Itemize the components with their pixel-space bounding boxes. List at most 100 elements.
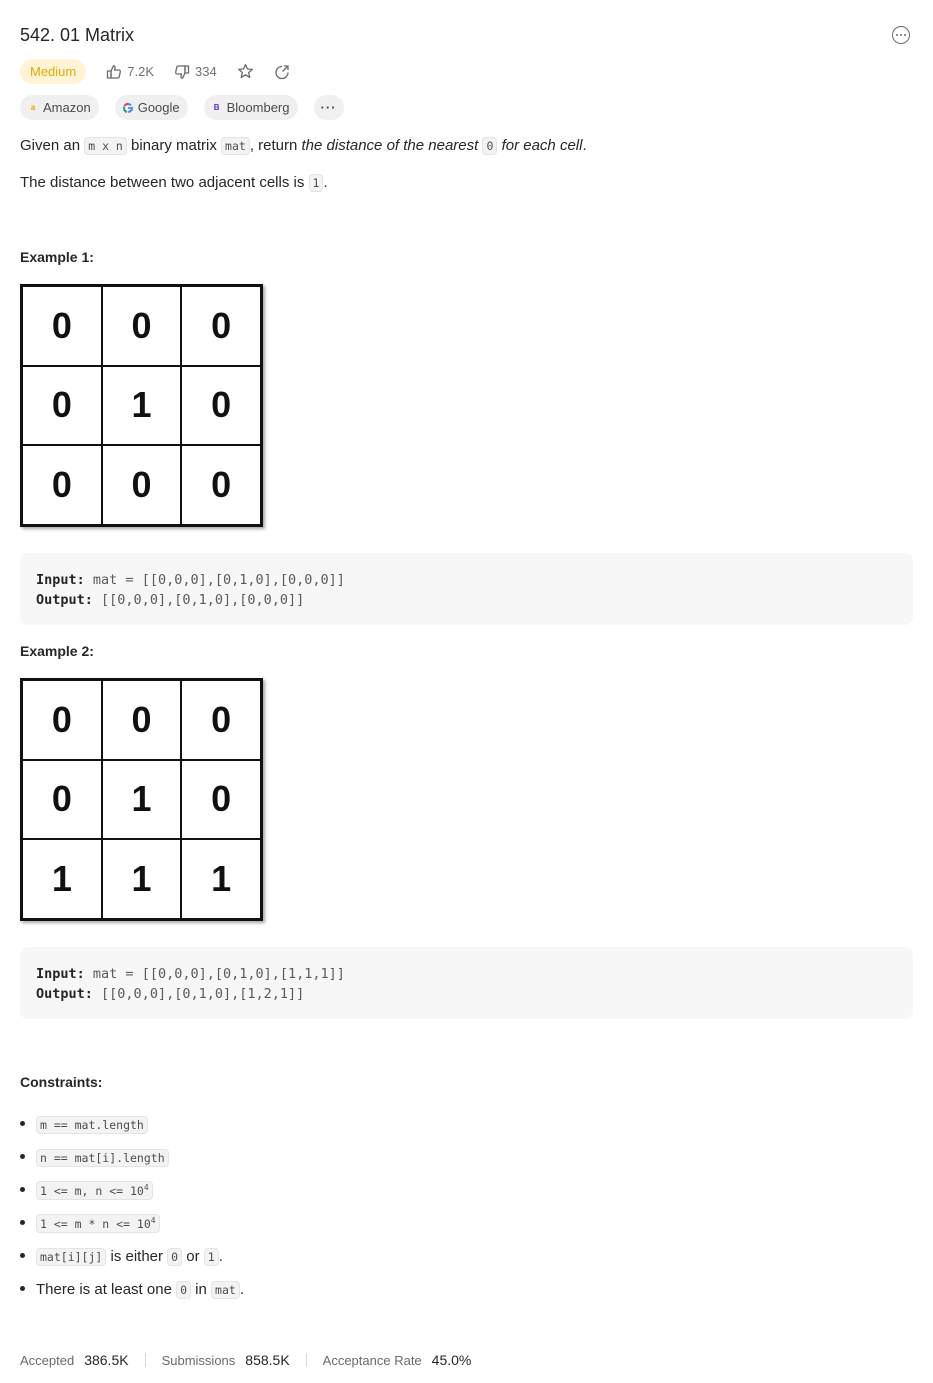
inline-code: 1 [308,174,324,192]
matrix-cell: 0 [101,680,182,760]
matrix-cell: 0 [181,680,261,760]
input-value: mat = [[0,0,0],[0,1,0],[0,0,0]] [92,572,345,588]
constraints-title: Constraints: [20,1074,103,1090]
text: The distance between two adjacent cells … [20,174,309,191]
example-1-matrix-image: 0 0 0 0 1 0 0 0 0 [20,284,263,527]
emphasis: for each cell [497,137,583,154]
text: Given an [20,137,85,154]
difficulty-badge: Medium [20,59,87,84]
matrix-cell: 0 [181,445,261,525]
more-icon[interactable] [892,26,910,44]
code-text: 1 <= m * n <= 10 [40,1216,151,1231]
more-tags-button[interactable]: ··· [313,95,344,120]
accepted-label: Accepted [20,1352,75,1368]
share-icon [275,64,289,79]
inline-code: m == mat.length [36,1115,148,1134]
tag-bloomberg[interactable]: B Bloomberg [203,95,298,120]
like-button[interactable]: 7.2K [106,64,154,80]
amazon-logo: a [30,103,36,112]
inline-code: 0 [167,1247,183,1266]
constraint-item: There is at least one 0 in mat. [20,1273,244,1306]
inline-code: 1 <= m, n <= 104 [36,1181,153,1200]
matrix-cell: 0 [22,759,102,840]
input-label: Input: [36,572,85,588]
inline-code: mat[i][j] [36,1247,107,1266]
inline-code: m x n [84,137,127,155]
example-2-input: Input: mat = [[0,0,0],[0,1,0],[1,1,1]] [36,964,897,984]
example-1-output: Output: [[0,0,0],[0,1,0],[0,0,0]] [36,590,897,610]
dislike-button[interactable]: 334 [174,64,217,80]
tag-amazon[interactable]: a Amazon [20,95,99,120]
inline-code: 1 [203,1247,219,1266]
acceptance-rate-label: Acceptance Rate [322,1352,422,1368]
problem-header: 542. 01 Matrix [20,22,913,48]
tag-label: Google [137,100,180,115]
matrix-cell: 0 [22,286,102,366]
matrix-cell: 1 [22,839,102,919]
favorite-button[interactable] [237,63,254,80]
thumbs-up-icon [107,64,122,79]
description-paragraph-1: Given an m x n binary matrix mat, return… [20,135,587,157]
constraints-list: m == mat.length n == mat[i].length 1 <= … [20,1108,244,1306]
text: binary matrix [126,137,222,154]
matrix-cell: 0 [181,286,261,366]
constraint-item: n == mat[i].length [20,1141,244,1174]
inline-code: mat [221,137,250,155]
inline-code: 1 <= m * n <= 104 [36,1214,160,1233]
constraint-item: 1 <= m * n <= 104 [20,1207,244,1240]
text: . [218,1248,223,1265]
accepted-value: 386.5K [84,1352,129,1368]
input-label: Input: [36,966,85,982]
constraint-item: m == mat.length [20,1108,244,1141]
input-value: mat = [[0,0,0],[0,1,0],[1,1,1]] [92,966,345,982]
inline-code: n == mat[i].length [36,1148,169,1167]
matrix-cell: 0 [22,365,102,446]
matrix-cell: 0 [101,445,182,525]
text: , return [249,137,302,154]
submission-stats: Accepted 386.5K Submissions 858.5K Accep… [20,1350,471,1370]
problem-meta: Medium 7.2K 334 [20,59,290,84]
share-button[interactable] [274,64,290,80]
matrix-cell: 0 [181,759,261,840]
example-1-io-block: Input: mat = [[0,0,0],[0,1,0],[0,0,0]] O… [20,553,913,625]
output-value: [[0,0,0],[0,1,0],[0,0,0]] [101,592,305,608]
output-label: Output: [36,986,93,1002]
superscript: 4 [150,1216,156,1226]
google-logo [122,102,133,113]
text: There is at least one [36,1281,177,1298]
description-paragraph-2: The distance between two adjacent cells … [20,172,328,194]
matrix-cell: 0 [181,365,261,446]
thumbs-down-icon [175,64,190,79]
example-1-input: Input: mat = [[0,0,0],[0,1,0],[0,0,0]] [36,570,897,590]
text: or [182,1248,204,1265]
example-2-output: Output: [[0,0,0],[0,1,0],[1,2,1]] [36,984,897,1004]
inline-code: 0 [176,1280,192,1299]
bloomberg-logo: B [213,103,220,112]
matrix-cell: 1 [101,759,182,840]
text: is either [106,1248,168,1265]
divider [144,1353,146,1367]
text: . [239,1281,244,1298]
constraint-item: 1 <= m, n <= 104 [20,1174,244,1207]
tag-label: Amazon [43,100,91,115]
example-2-io-block: Input: mat = [[0,0,0],[0,1,0],[1,1,1]] O… [20,947,913,1019]
text: . [582,137,587,154]
acceptance-rate-value: 45.0% [431,1352,472,1368]
problem-title: 542. 01 Matrix [20,25,135,45]
matrix-cell: 1 [101,365,182,446]
matrix-cell: 0 [22,680,102,760]
output-value: [[0,0,0],[0,1,0],[1,2,1]] [101,986,305,1002]
inline-code: 0 [482,137,498,155]
submissions-value: 858.5K [245,1352,290,1368]
emphasis: the distance of the nearest [301,137,483,154]
like-count: 7.2K [127,64,154,79]
inline-code: mat [211,1280,240,1299]
example-1-title: Example 1: [20,249,94,265]
divider [305,1353,307,1367]
tag-label: Bloomberg [226,100,290,115]
company-tags: a Amazon Google B Bloomberg ··· [20,95,360,120]
constraint-item: mat[i][j] is either 0 or 1. [20,1240,244,1273]
tag-google[interactable]: Google [114,95,188,120]
superscript: 4 [143,1183,149,1193]
matrix-cell: 1 [181,839,261,919]
